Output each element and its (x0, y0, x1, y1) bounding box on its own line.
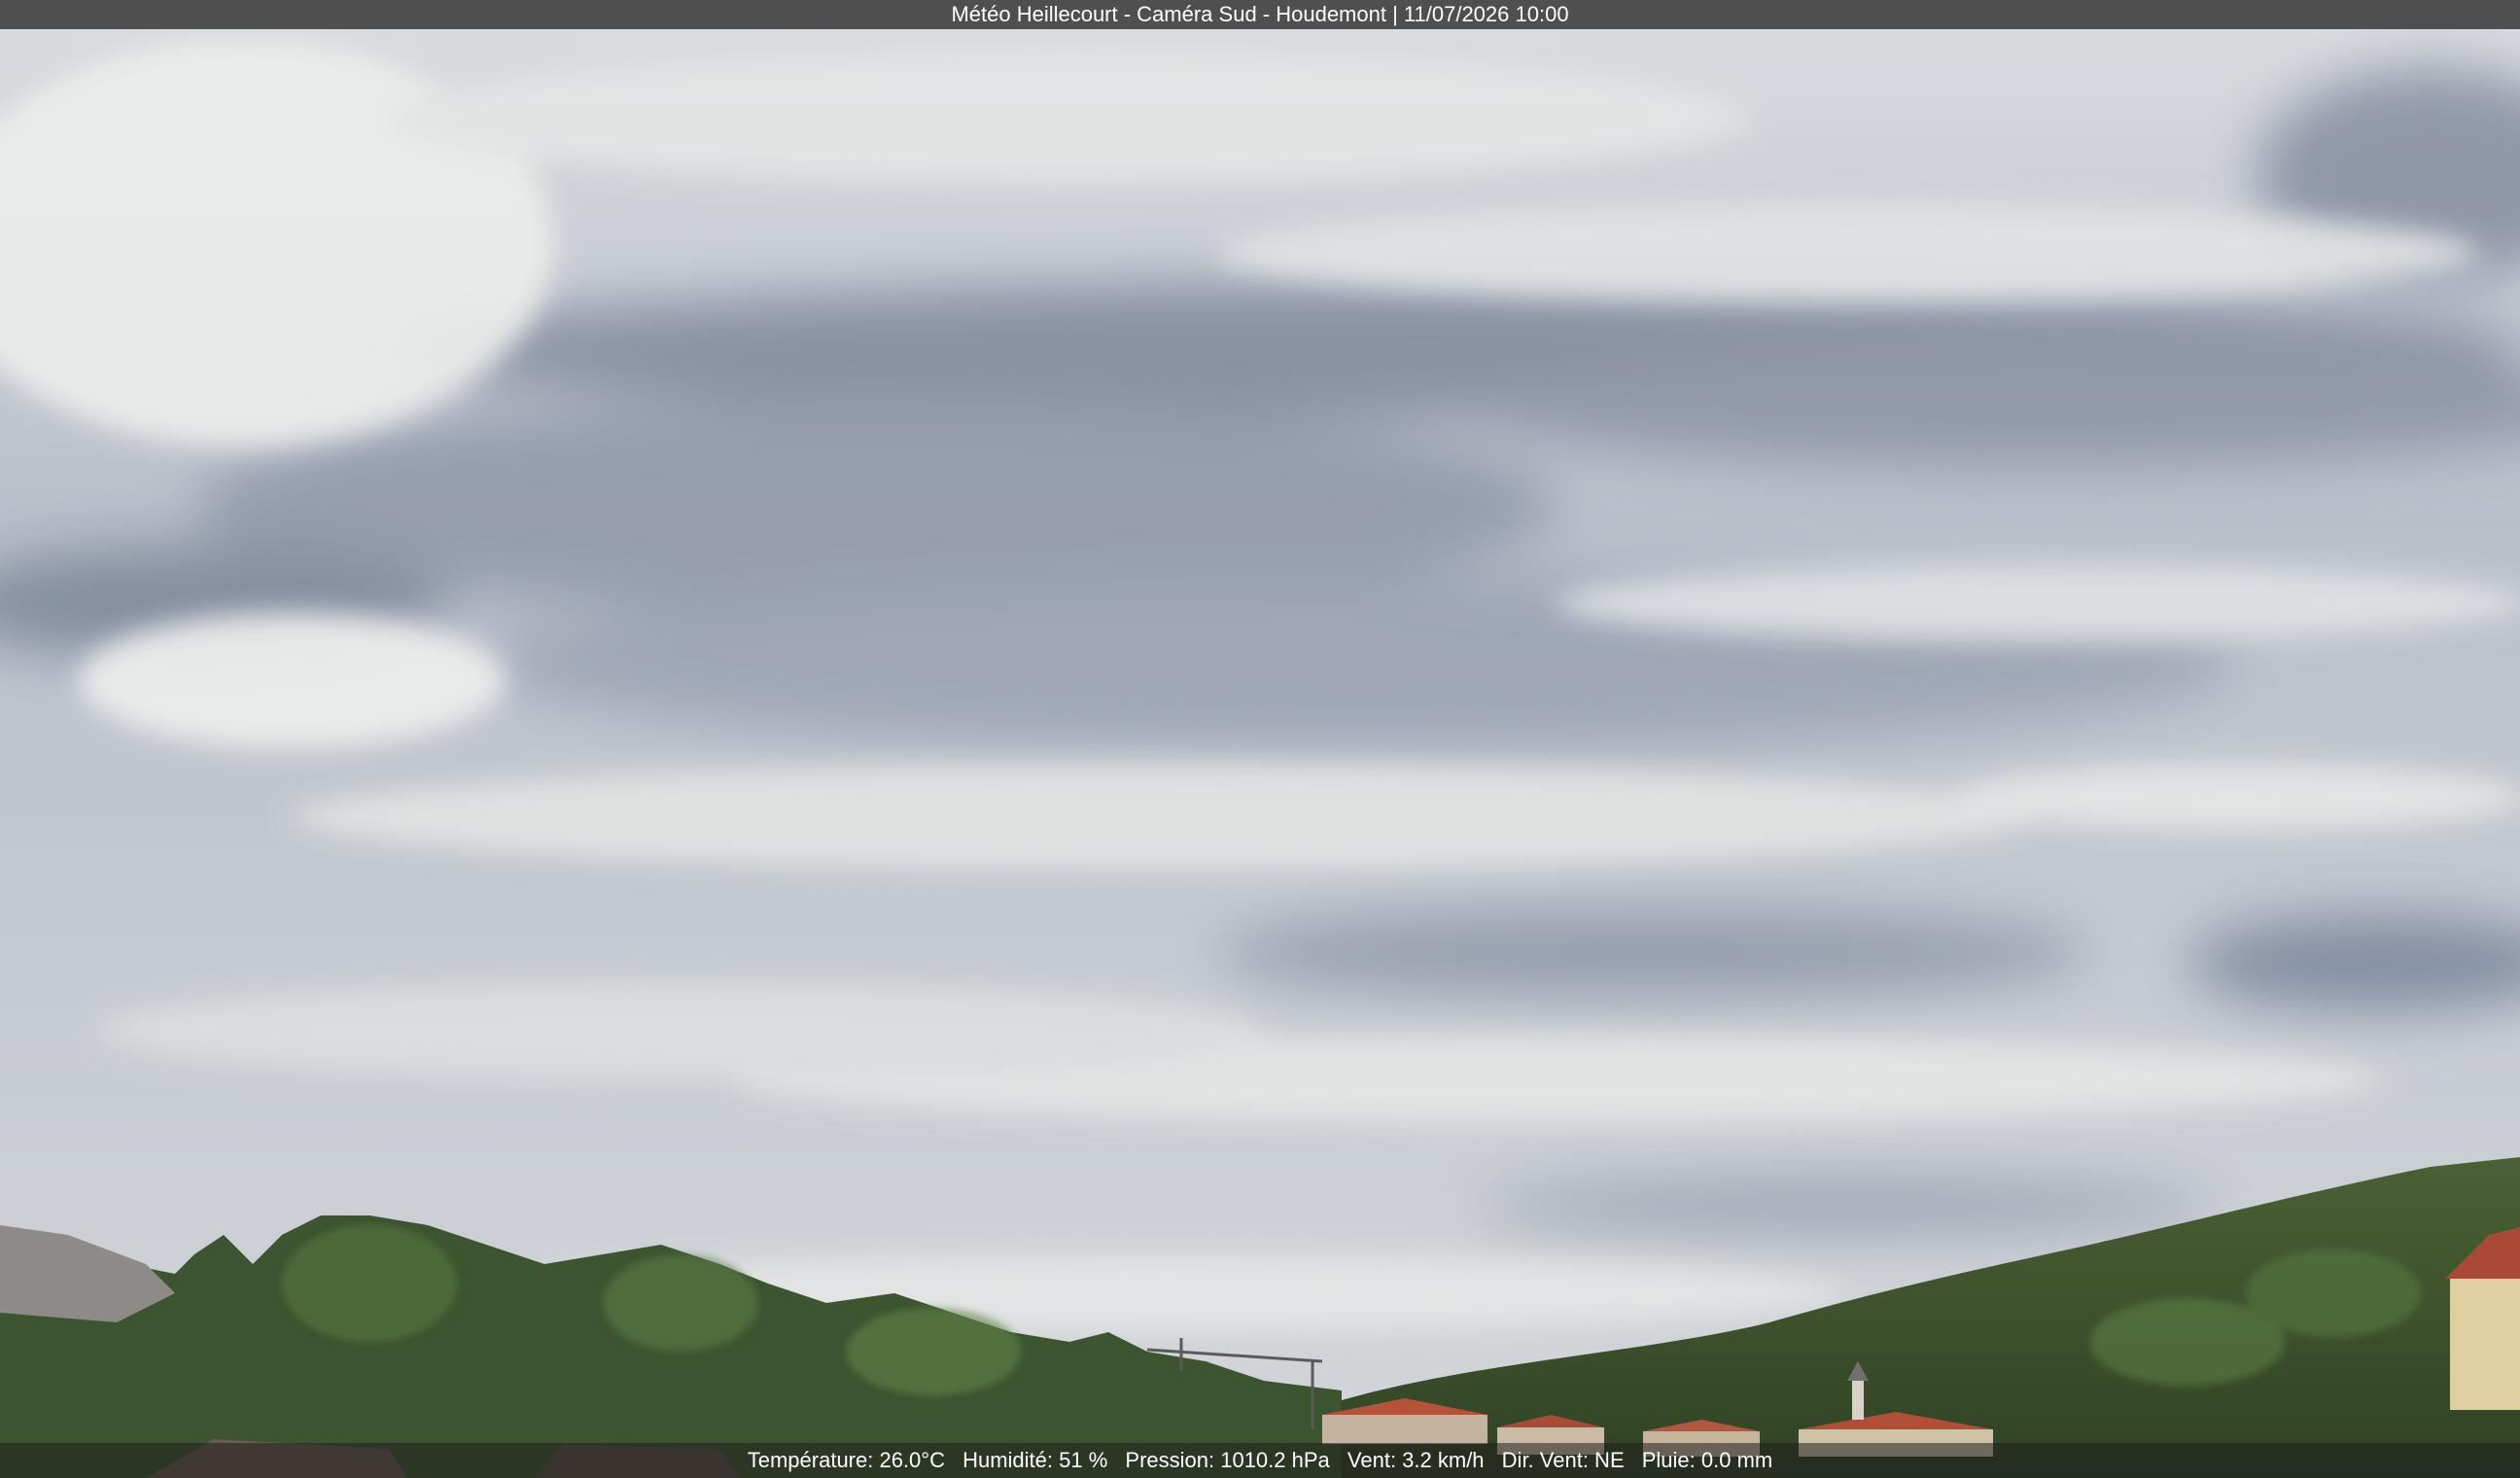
wind-direction-reading: Dir. Vent: NE (1501, 1448, 1625, 1472)
rain-reading: Pluie: 0.0 mm (1641, 1448, 1773, 1472)
humidity-reading: Humidité: 51 % (962, 1448, 1108, 1472)
wind-speed-reading: Vent: 3.2 km/h (1347, 1448, 1485, 1472)
webcam-image (0, 0, 2520, 1478)
webcam-frame: Météo Heillecourt - Caméra Sud - Houdemo… (0, 0, 2520, 1478)
camera-title-bar: Météo Heillecourt - Caméra Sud - Houdemo… (0, 0, 2520, 29)
pressure-reading: Pression: 1010.2 hPa (1125, 1448, 1330, 1472)
weather-readings-bar: Température: 26.0°C Humidité: 51 % Press… (0, 1443, 2520, 1478)
temperature-reading: Température: 26.0°C (747, 1448, 945, 1472)
camera-title: Météo Heillecourt - Caméra Sud - Houdemo… (951, 2, 1569, 26)
